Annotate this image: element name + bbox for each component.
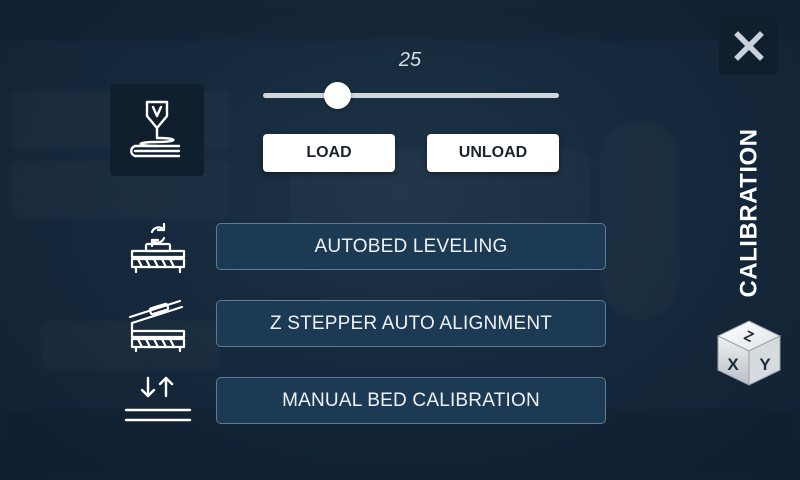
unload-button[interactable]: UNLOAD [427, 134, 559, 172]
close-button[interactable] [719, 17, 778, 75]
cube-letter-y: Y [759, 355, 771, 374]
cube-letter-x: X [727, 355, 739, 374]
slider-thumb[interactable] [323, 82, 351, 109]
background-shape [600, 120, 680, 320]
z-stepper-auto-alignment-button[interactable]: Z STEPPER AUTO ALIGNMENT [216, 300, 606, 347]
page-title-text: CALIBRATION [736, 127, 764, 298]
load-button[interactable]: LOAD [263, 134, 395, 172]
slider-value: 25 [398, 49, 422, 71]
filament-length-slider[interactable] [263, 93, 559, 98]
background-shape [0, 0, 800, 40]
manual-bed-calibration-icon [122, 372, 194, 428]
extruder-filament-icon [110, 84, 204, 176]
xyz-cube-icon: Z X Y [714, 318, 784, 388]
autobed-leveling-button[interactable]: AUTOBED LEVELING [216, 223, 606, 270]
autobed-leveling-icon [122, 220, 194, 276]
manual-bed-calibration-button[interactable]: MANUAL BED CALIBRATION [216, 377, 606, 424]
close-icon [733, 31, 764, 61]
page-title: CALIBRATION [690, 127, 800, 298]
z-stepper-alignment-icon [122, 297, 194, 353]
